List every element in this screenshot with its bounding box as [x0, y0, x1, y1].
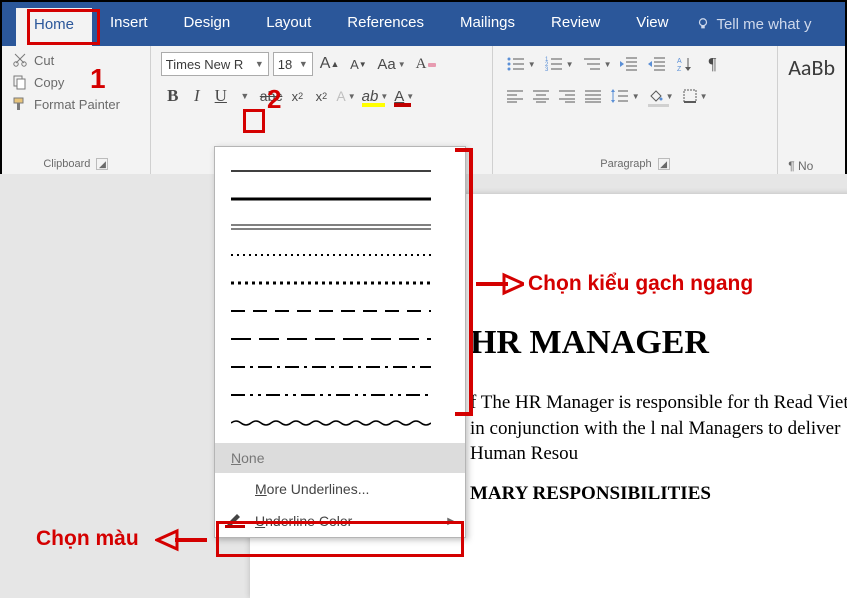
increase-indent-button[interactable] [644, 52, 670, 76]
show-marks-button[interactable]: ¶ [700, 52, 724, 76]
chevron-right-icon: ▶ [447, 516, 455, 527]
decrease-indent-button[interactable] [616, 52, 642, 76]
highlight-button[interactable]: ab▼ [359, 84, 392, 108]
doc-heading: MARY RESPONSIBILITIES [470, 483, 847, 505]
style-preview[interactable]: AaBb [788, 54, 835, 81]
clear-formatting-button[interactable]: A [413, 52, 440, 76]
tab-home[interactable]: Home [16, 8, 92, 46]
underline-style-wave[interactable] [231, 409, 449, 437]
chevron-down-icon: ▼ [299, 59, 308, 69]
outdent-icon [619, 55, 639, 73]
cut-label: Cut [34, 53, 54, 68]
indent-icon [647, 55, 667, 73]
tell-me-label: Tell me what y [716, 16, 811, 33]
clipboard-group-label: Clipboard [43, 158, 90, 170]
shading-button[interactable]: ▼ [645, 84, 677, 108]
align-center-button[interactable] [529, 84, 553, 108]
justify-button[interactable] [581, 84, 605, 108]
underline-dropdown-button[interactable]: ▼ [233, 84, 257, 108]
svg-text:A: A [677, 58, 682, 65]
multilevel-list-button[interactable]: ▼ [579, 52, 615, 76]
font-color-button[interactable]: A▼ [391, 84, 417, 108]
tab-layout[interactable]: Layout [248, 2, 329, 46]
format-painter-label: Format Painter [34, 97, 120, 112]
change-case-button[interactable]: Aa▼ [374, 52, 408, 76]
numbering-button[interactable]: 123▼ [541, 52, 577, 76]
lightbulb-icon [696, 17, 710, 31]
chevron-down-icon: ▼ [255, 59, 264, 69]
underline-style-double[interactable] [231, 213, 449, 241]
svg-text:3: 3 [545, 67, 549, 73]
shrink-font-button[interactable]: A▼ [346, 52, 370, 76]
tab-mailings[interactable]: Mailings [442, 2, 533, 46]
justify-icon [584, 89, 602, 103]
tab-references[interactable]: References [329, 2, 442, 46]
align-center-icon [532, 89, 550, 103]
style-name: ¶ No [788, 159, 813, 173]
underline-none-option[interactable]: NNoneone [215, 443, 465, 473]
font-name-combo[interactable]: Times New R▼ [161, 52, 269, 76]
italic-button[interactable]: I [185, 84, 209, 108]
strikethrough-button[interactable]: abc [257, 84, 286, 108]
tab-design[interactable]: Design [166, 2, 249, 46]
doc-paragraph: f The HR Manager is responsible for th R… [470, 390, 847, 467]
paragraph-group-label: Paragraph [600, 158, 651, 170]
bucket-icon [648, 88, 664, 104]
numbering-icon: 123 [544, 55, 564, 73]
bullets-icon [506, 55, 526, 73]
borders-button[interactable]: ▼ [679, 84, 711, 108]
doc-title: HR MANAGER [470, 324, 847, 362]
line-spacing-icon [610, 87, 630, 105]
underline-dropdown: NNoneone More Underlines...More Underlin… [214, 146, 466, 538]
group-styles: AaBb ¶ No [778, 46, 845, 175]
align-left-icon [506, 89, 524, 103]
tab-view[interactable]: View [618, 2, 686, 46]
grow-font-button[interactable]: A▲ [317, 52, 343, 76]
underline-style-dash[interactable] [231, 297, 449, 325]
subscript-button[interactable]: x2 [285, 84, 309, 108]
font-size-combo[interactable]: 18▼ [273, 52, 313, 76]
cut-button[interactable]: Cut [12, 52, 140, 68]
align-right-button[interactable] [555, 84, 579, 108]
text-effects-button[interactable]: A▼ [333, 84, 358, 108]
format-painter-button[interactable]: Format Painter [12, 96, 140, 112]
clipboard-dialog-launcher[interactable]: ◢ [96, 158, 108, 170]
tab-review[interactable]: Review [533, 2, 618, 46]
menubar: Home Insert Design Layout References Mai… [2, 2, 845, 46]
borders-icon [682, 88, 698, 104]
group-paragraph: ▼ 123▼ ▼ AZ ¶ ▼ ▼ ▼ Paragraph ◢ [493, 46, 778, 175]
more-underlines-option[interactable]: More Underlines...More Underlines... [215, 473, 465, 505]
line-spacing-button[interactable]: ▼ [607, 84, 643, 108]
underline-style-thick[interactable] [231, 185, 449, 213]
underline-style-dotted[interactable] [231, 241, 449, 269]
superscript-button[interactable]: x2 [309, 84, 333, 108]
align-left-button[interactable] [503, 84, 527, 108]
copy-label: Copy [34, 75, 64, 90]
pen-color-icon [225, 514, 245, 528]
svg-text:Z: Z [677, 66, 682, 73]
tell-me-search[interactable]: Tell me what y [686, 2, 811, 46]
paragraph-dialog-launcher[interactable]: ◢ [658, 158, 670, 170]
underline-color-option[interactable]: Underline ColorUnderline Color ▶ [215, 505, 465, 537]
align-right-icon [558, 89, 576, 103]
paintbrush-icon [12, 96, 28, 112]
underline-button[interactable]: U [209, 84, 233, 108]
sort-icon: AZ [675, 55, 695, 73]
copy-icon [12, 74, 28, 90]
group-clipboard: Cut Copy Format Painter Clipboard ◢ [2, 46, 151, 175]
underline-style-dash-dot-dot[interactable] [231, 381, 449, 409]
copy-button[interactable]: Copy [12, 74, 140, 90]
underline-style-dash-long[interactable] [231, 325, 449, 353]
underline-style-dotted-heavy[interactable] [231, 269, 449, 297]
sort-button[interactable]: AZ [672, 52, 698, 76]
bold-button[interactable]: B [161, 84, 185, 108]
underline-style-single[interactable] [231, 157, 449, 185]
tab-insert[interactable]: Insert [92, 2, 166, 46]
bullets-button[interactable]: ▼ [503, 52, 539, 76]
underline-style-dash-dot[interactable] [231, 353, 449, 381]
eraser-icon [427, 59, 437, 69]
multilevel-icon [582, 55, 602, 73]
scissors-icon [12, 52, 28, 68]
